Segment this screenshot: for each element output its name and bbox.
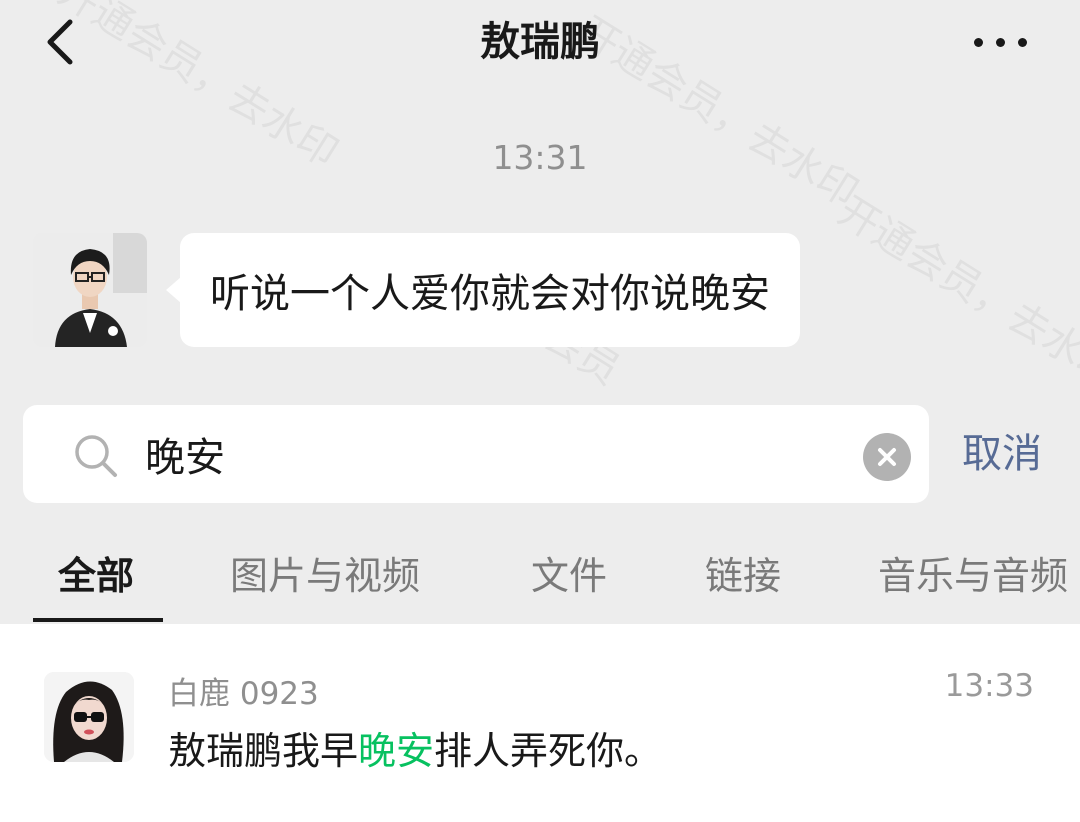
search-input[interactable]	[145, 423, 845, 485]
sender-avatar[interactable]	[33, 233, 147, 347]
result-sender: 白鹿 0923	[168, 676, 319, 712]
message-text: 听说一个人爱你就会对你说晚安	[210, 271, 770, 317]
tab-files[interactable]: 文件	[531, 548, 607, 604]
chat-title: 敖瑞鹏	[480, 19, 600, 65]
tab-all[interactable]: 全部	[58, 548, 134, 604]
result-avatar	[44, 672, 134, 762]
result-time: 13:33	[944, 668, 1034, 704]
result-highlight: 晚安	[358, 729, 435, 773]
result-text-before: 敖瑞鹏我早	[168, 729, 359, 773]
result-message: 敖瑞鹏我早晚安排人弄死你。	[168, 720, 662, 775]
search-bar	[23, 405, 929, 503]
filter-tabs: 全部 图片与视频 文件 链接 音乐与音频	[0, 548, 1080, 624]
navigation-bar: 敖瑞鹏	[0, 0, 1080, 88]
search-results: 白鹿 0923 13:33 敖瑞鹏我早晚安排人弄死你。	[0, 624, 1080, 822]
result-text-after: 排人弄死你。	[434, 729, 663, 773]
clear-icon[interactable]	[863, 433, 911, 481]
tab-images-videos[interactable]: 图片与视频	[230, 548, 420, 604]
message-bubble[interactable]: 听说一个人爱你就会对你说晚安	[166, 233, 800, 347]
search-icon	[73, 433, 119, 479]
watermark-text: 开通会员，去水印	[830, 188, 1080, 397]
active-tab-indicator	[33, 618, 163, 622]
tab-links[interactable]: 链接	[705, 548, 781, 604]
result-item[interactable]: 白鹿 0923 13:33 敖瑞鹏我早晚安排人弄死你。	[0, 624, 1080, 822]
more-dots-icon[interactable]	[972, 30, 1032, 54]
tab-music-audio[interactable]: 音乐与音频	[878, 548, 1068, 604]
cancel-button[interactable]: 取消	[962, 425, 1042, 483]
chat-timestamp: 13:31	[492, 138, 588, 177]
